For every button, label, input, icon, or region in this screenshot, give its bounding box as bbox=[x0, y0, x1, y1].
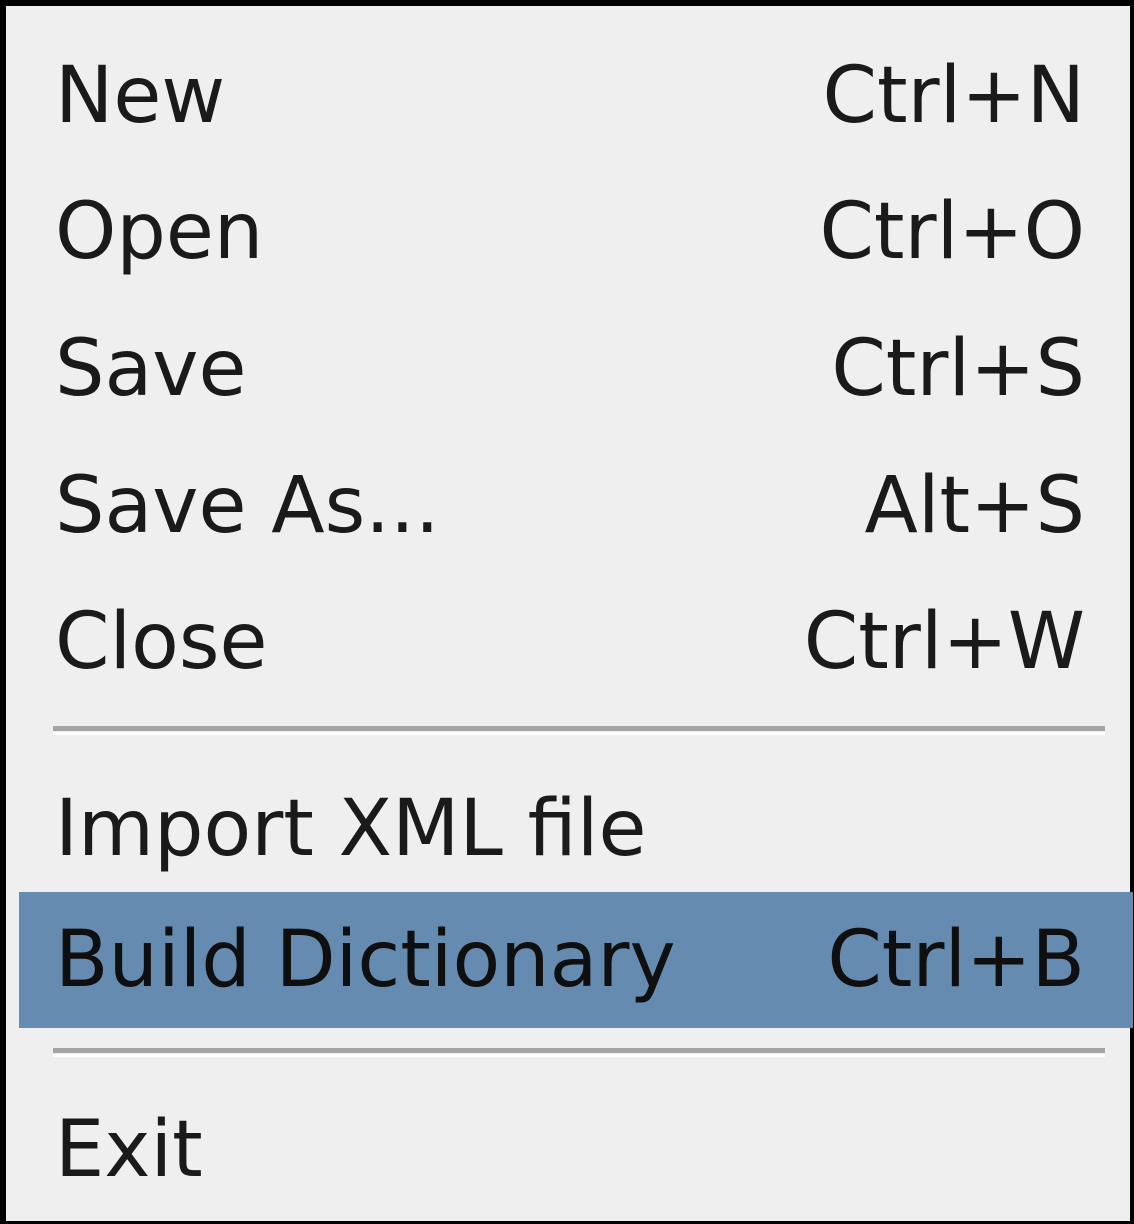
menu-separator bbox=[53, 1048, 1105, 1057]
menu-item-label: Import XML file bbox=[55, 784, 647, 874]
menu-item-save[interactable]: Save Ctrl+S bbox=[19, 301, 1133, 437]
menu-item-shortcut: Ctrl+N bbox=[822, 51, 1086, 141]
menu-item-shortcut: Alt+S bbox=[864, 461, 1085, 551]
menu-item-label: New bbox=[55, 51, 226, 141]
menu-item-build-dictionary[interactable]: Build Dictionary Ctrl+B bbox=[19, 892, 1133, 1028]
menu-item-save-as[interactable]: Save As... Alt+S bbox=[19, 438, 1133, 574]
menu-item-label: Exit bbox=[55, 1105, 203, 1195]
menu-item-shortcut: Ctrl+B bbox=[827, 915, 1085, 1005]
menu-item-import-xml[interactable]: Import XML file bbox=[19, 761, 1133, 897]
menu-item-exit[interactable]: Exit bbox=[19, 1082, 1133, 1218]
menu-item-new[interactable]: New Ctrl+N bbox=[19, 28, 1133, 164]
menu-item-label: Open bbox=[55, 187, 264, 277]
file-menu: New Ctrl+N Open Ctrl+O Save Ctrl+S Save … bbox=[0, 0, 1134, 1224]
menu-item-close[interactable]: Close Ctrl+W bbox=[19, 574, 1133, 710]
menu-separator bbox=[53, 726, 1105, 735]
menu-item-label: Close bbox=[55, 597, 268, 687]
menu-item-label: Save bbox=[55, 324, 247, 414]
menu-item-label: Build Dictionary bbox=[55, 915, 676, 1005]
menu-item-open[interactable]: Open Ctrl+O bbox=[19, 164, 1133, 300]
menu-item-shortcut: Ctrl+W bbox=[803, 597, 1085, 687]
menu-item-label: Save As... bbox=[55, 461, 440, 551]
menu-item-shortcut: Ctrl+S bbox=[831, 324, 1085, 414]
menu-item-shortcut: Ctrl+O bbox=[819, 187, 1085, 277]
